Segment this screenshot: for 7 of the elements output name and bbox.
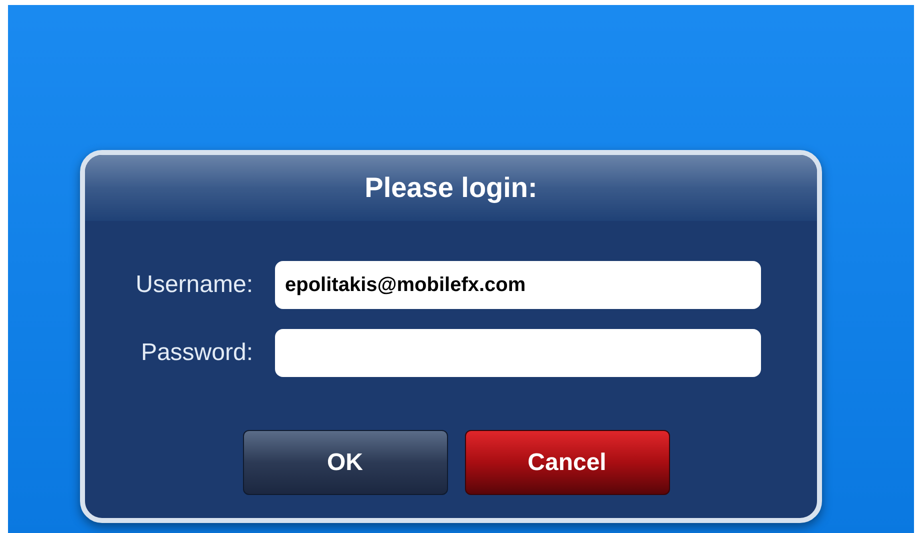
- field-label: Password:: [140, 338, 254, 368]
- input-field[interactable]: epolitakis@mobilefx.com: [275, 261, 761, 309]
- cancel-button[interactable]: Cancel: [464, 430, 670, 495]
- field-label: Username:: [134, 270, 254, 300]
- input-field[interactable]: [275, 329, 761, 377]
- ok-button[interactable]: OK: [242, 430, 448, 495]
- dialog-title: Please login:: [364, 171, 538, 205]
